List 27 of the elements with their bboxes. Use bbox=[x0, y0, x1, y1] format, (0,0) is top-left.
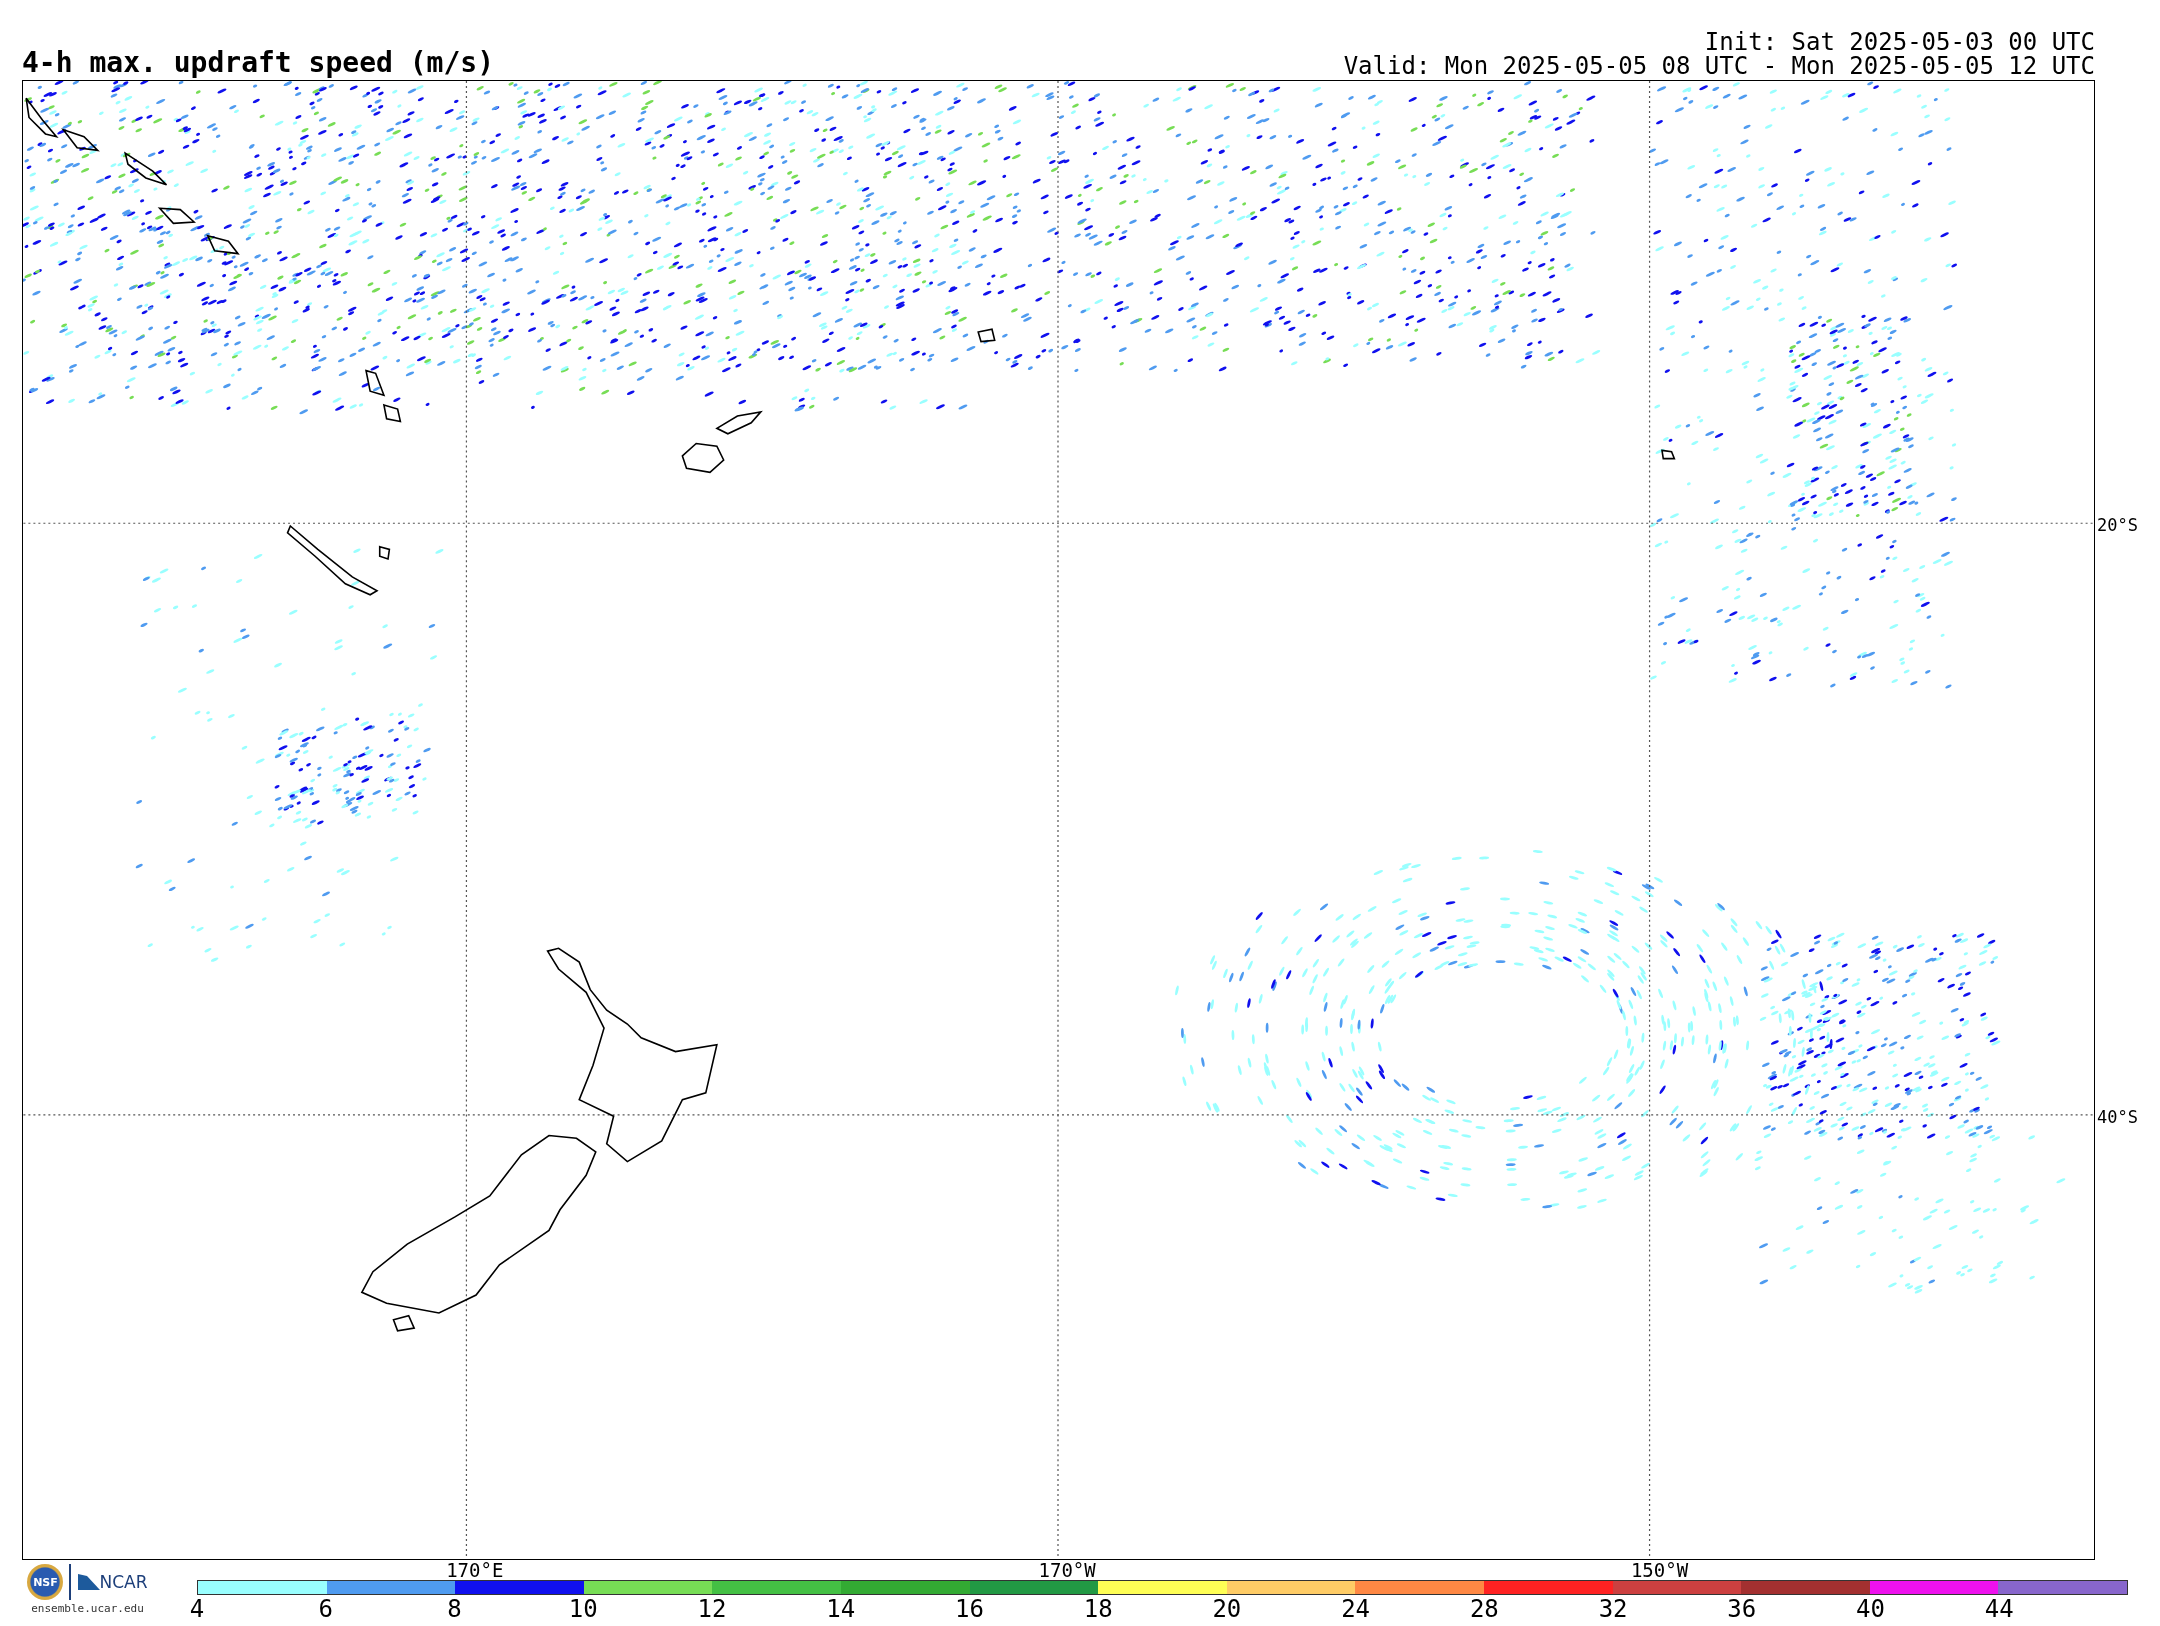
flag-icon bbox=[77, 1573, 102, 1591]
tick-label: 6 bbox=[318, 1595, 333, 1623]
longitude-label: 150°W bbox=[1630, 1560, 1689, 1580]
init-time: Init: Sat 2025-05-03 00 UTC bbox=[1704, 30, 2095, 54]
tick-label: 4 bbox=[189, 1595, 205, 1623]
website-url: ensemble.ucar.edu bbox=[31, 1602, 144, 1615]
tick-label: 8 bbox=[447, 1595, 462, 1623]
tick-label: 14 bbox=[826, 1595, 856, 1623]
valid-time: Valid: Mon 2025-05-05 08 UTC - Mon 2025-05-05 12 UTC bbox=[1343, 54, 2095, 78]
plot-title: 4-h max. updraft speed (m/s) bbox=[22, 48, 494, 78]
tick-label: 36 bbox=[1727, 1595, 1757, 1623]
tick-label: 44 bbox=[1984, 1595, 2014, 1623]
tick-label: 16 bbox=[954, 1595, 984, 1623]
tick-label: 32 bbox=[1598, 1595, 1628, 1623]
tick-label: 40 bbox=[1856, 1595, 1885, 1623]
longitude-label: 170°W bbox=[1038, 1560, 1096, 1580]
tick-label: 24 bbox=[1341, 1595, 1371, 1623]
tick-label: 18 bbox=[1083, 1595, 1113, 1623]
latitude-label: 20°S bbox=[2096, 516, 2138, 534]
tick-label: 28 bbox=[1469, 1595, 1499, 1623]
tick-label: 10 bbox=[568, 1595, 598, 1623]
ncar-logo: NCAR bbox=[99, 1572, 148, 1592]
tick-label: 12 bbox=[697, 1595, 727, 1623]
tick-label: 20 bbox=[1212, 1595, 1242, 1623]
longitude-label: 170°E bbox=[446, 1560, 504, 1580]
nsf-logo: NSF bbox=[27, 1564, 64, 1600]
latitude-label: 40°S bbox=[2096, 1109, 2138, 1127]
